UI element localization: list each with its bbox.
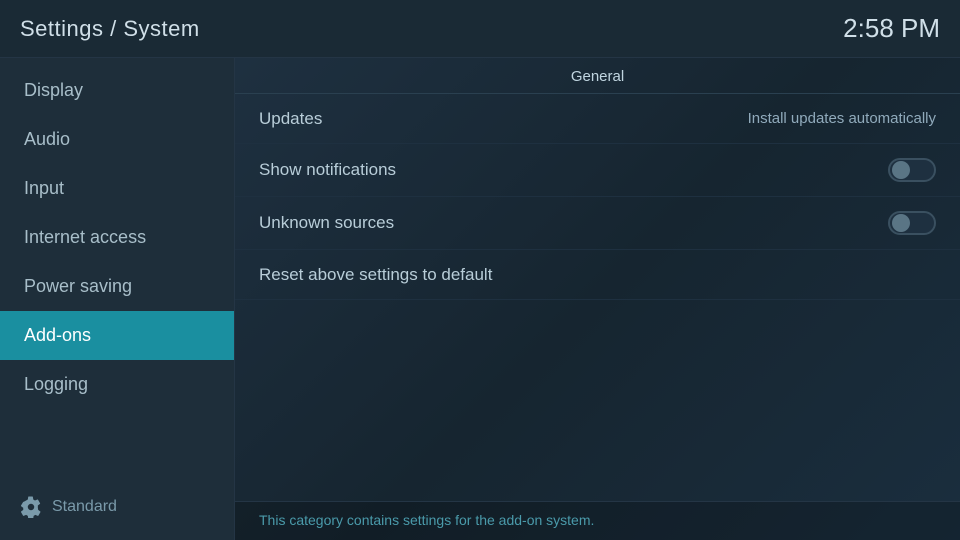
content-inner: General Updates Install updates automati… <box>235 58 960 501</box>
content-area: General Updates Install updates automati… <box>235 58 960 540</box>
clock: 2:58 PM <box>843 13 940 44</box>
main-area: Display Audio Input Internet access Powe… <box>0 58 960 540</box>
gear-icon <box>20 496 42 518</box>
sidebar-item-internet-access[interactable]: Internet access <box>0 213 234 262</box>
setting-row-reset[interactable]: Reset above settings to default <box>235 250 960 300</box>
toggle-knob-2 <box>892 214 910 232</box>
setting-row-updates[interactable]: Updates Install updates automatically <box>235 94 960 144</box>
setting-value-updates: Install updates automatically <box>748 110 936 127</box>
toggle-unknown-sources[interactable] <box>888 211 936 235</box>
setting-label-show-notifications: Show notifications <box>259 160 396 180</box>
footer-description: This category contains settings for the … <box>259 512 594 528</box>
sidebar: Display Audio Input Internet access Powe… <box>0 58 235 540</box>
settings-list: Updates Install updates automatically Sh… <box>235 94 960 300</box>
sidebar-item-display[interactable]: Display <box>0 66 234 115</box>
section-header: General <box>235 58 960 94</box>
setting-label-updates: Updates <box>259 109 322 129</box>
app-container: Settings / System 2:58 PM Display Audio … <box>0 0 960 540</box>
setting-row-unknown-sources[interactable]: Unknown sources <box>235 197 960 250</box>
setting-label-unknown-sources: Unknown sources <box>259 213 394 233</box>
page-title: Settings / System <box>20 16 200 42</box>
setting-label-reset: Reset above settings to default <box>259 265 492 285</box>
sidebar-item-power-saving[interactable]: Power saving <box>0 262 234 311</box>
sidebar-item-input[interactable]: Input <box>0 164 234 213</box>
sidebar-item-logging[interactable]: Logging <box>0 360 234 409</box>
toggle-show-notifications[interactable] <box>888 158 936 182</box>
header: Settings / System 2:58 PM <box>0 0 960 58</box>
sidebar-item-add-ons[interactable]: Add-ons <box>0 311 234 360</box>
toggle-knob <box>892 161 910 179</box>
setting-row-show-notifications[interactable]: Show notifications <box>235 144 960 197</box>
sidebar-item-audio[interactable]: Audio <box>0 115 234 164</box>
profile-level-label: Standard <box>52 498 117 516</box>
content-footer: This category contains settings for the … <box>235 501 960 540</box>
sidebar-footer: Standard <box>0 482 234 532</box>
